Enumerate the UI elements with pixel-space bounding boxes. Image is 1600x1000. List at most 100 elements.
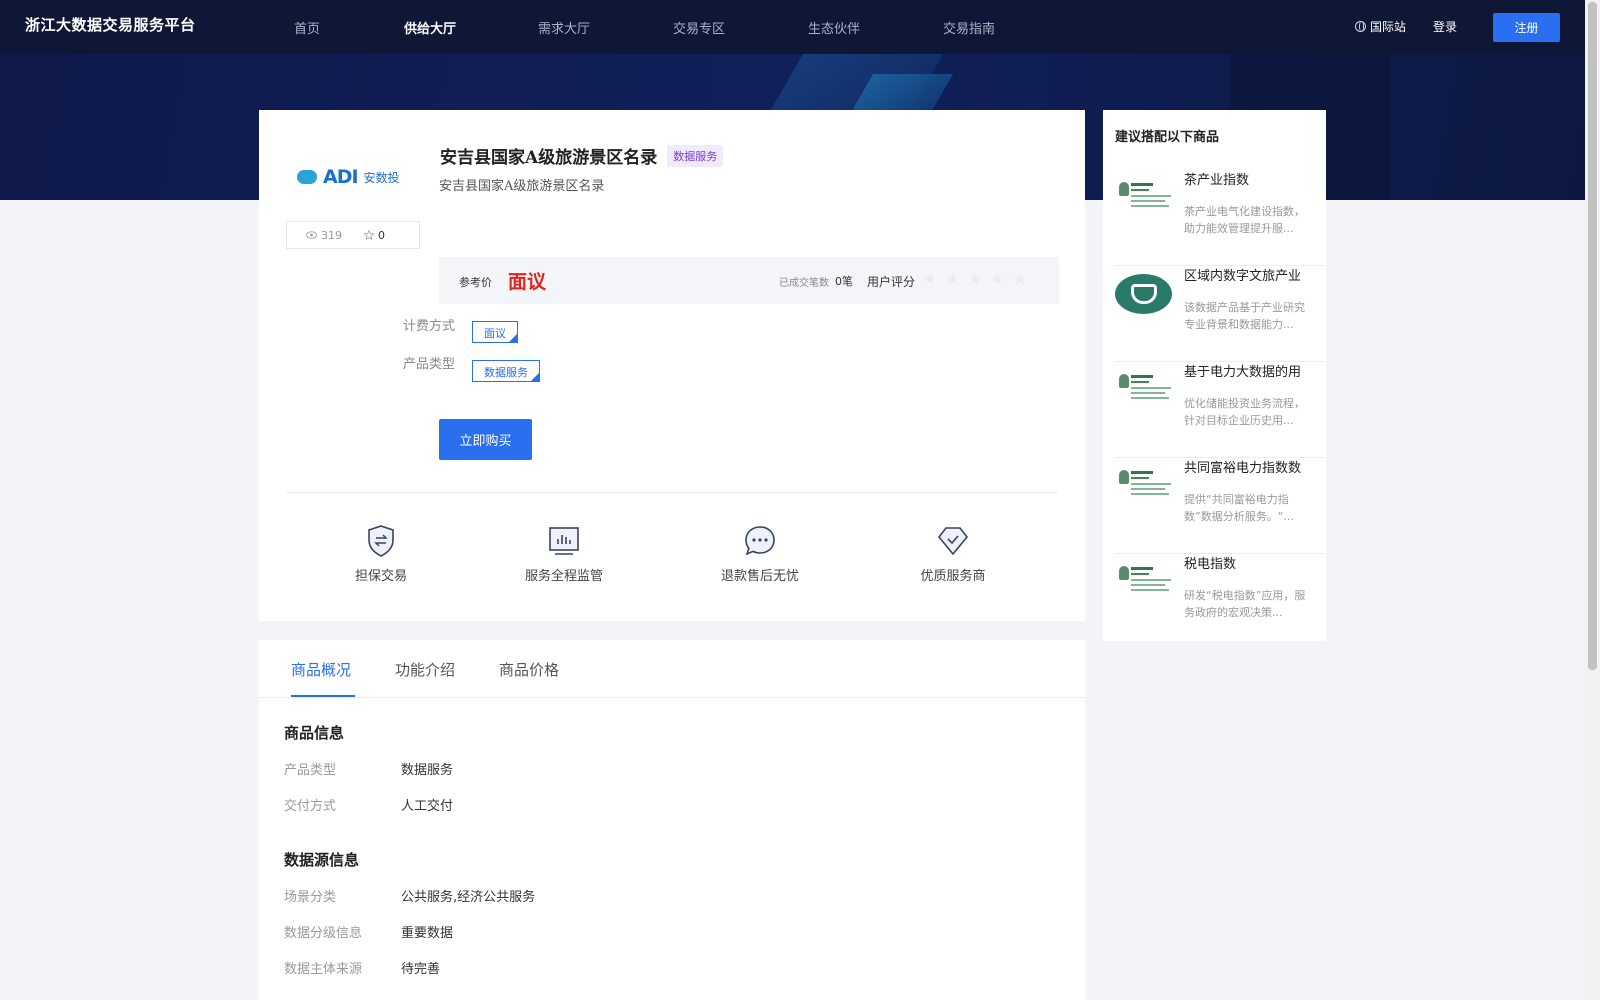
goods-info-label: 产品类型 [284,763,337,778]
recommend-item-desc: 茶产业电气化建设指数，助力能效管理提升服... [1184,205,1305,235]
source-info-label: 数据分级信息 [284,926,363,941]
price-value: 面议 [508,271,547,293]
product-title-row: 安吉县国家A级旅游景区名录 数据服务 [440,143,724,168]
register-button[interactable]: 注册 [1493,13,1560,42]
culture-tourism-thumbnail [1115,274,1175,318]
main-nav: 首页 供给大厅 需求大厅 交易专区 生态伙伴 交易指南 [0,0,1585,54]
product-type-label: 产品类型 [403,357,456,372]
billing-option-negotiable[interactable]: 面议 [472,321,518,343]
star-icon: ★ [945,269,960,288]
recommend-item[interactable]: 基于电力大数据的用 优化储能投资业务流程，针对目标企业历史用... [1115,362,1326,458]
rating-stars: ★ ★ ★ ★ ★ [923,269,1027,288]
star-outline-icon [364,230,374,240]
recommend-item-name: 共同富裕电力指数数 [1184,461,1302,476]
nav-home[interactable]: 首页 [294,18,320,37]
nav-trade-zone[interactable]: 交易专区 [673,18,725,37]
recommend-item-desc: 提供“共同富裕电力指数”数据分析服务。“... [1184,493,1294,523]
rating-label: 用户评分 [867,275,916,289]
assurance-full-supervision: 服务全程监管 [504,523,624,584]
tab-pricing[interactable]: 商品价格 [499,659,559,680]
state-grid-thumbnail [1115,562,1175,606]
recommend-item-name: 区域内数字文旅产业 [1184,269,1302,284]
goods-info-value: 人工交付 [401,799,454,814]
assurance-label: 担保交易 [354,569,407,584]
buy-now-button[interactable]: 立即购买 [439,419,532,460]
tab-overview[interactable]: 商品概况 [291,659,351,680]
star-icon: ★ [923,269,938,288]
recommend-item-name: 税电指数 [1184,557,1237,572]
nav-demand-hall[interactable]: 需求大厅 [538,18,590,37]
divider [286,492,1058,493]
globe-icon [1355,21,1366,32]
scrollbar-thumb[interactable] [1588,2,1597,670]
recommend-item-desc: 研发“税电指数”应用，服务政府的宏观决策... [1184,589,1306,619]
nav-supply-hall[interactable]: 供给大厅 [404,18,456,37]
eye-icon [306,231,317,239]
product-title: 安吉县国家A级旅游景区名录 [440,148,658,168]
assurance-label: 优质服务商 [920,569,986,584]
state-grid-thumbnail [1115,466,1175,510]
product-stats: 319 0 [286,221,420,249]
state-grid-thumbnail [1115,178,1175,222]
assurance-guaranteed-trade: 担保交易 [321,523,441,584]
product-logo: ADI 安数投 [297,162,407,192]
product-detail-panel: 商品概况 功能介绍 商品价格 商品信息 产品类型 数据服务 交付方式 人工交付 … [259,640,1085,1000]
product-type-option[interactable]: 数据服务 [472,360,540,382]
shield-exchange-icon [368,525,394,557]
source-info-label: 场景分类 [284,890,337,905]
recommendation-panel: 建议搭配以下商品 茶产业指数 茶产业电气化建设指数，助力能效管理提升服... 区… [1103,110,1326,641]
billing-method-label: 计费方式 [403,319,456,334]
star-icon: ★ [990,269,1005,288]
login-link[interactable]: 登录 [1433,18,1457,35]
product-category-badge: 数据服务 [667,144,724,167]
assurance-label: 服务全程监管 [524,569,603,584]
recommend-item-desc: 该数据产品基于产业研究专业背景和数据能力... [1184,301,1305,331]
assurance-refund: 退款售后无忧 [700,523,820,584]
recommendation-title: 建议搭配以下商品 [1115,130,1220,145]
monitor-chart-icon [549,527,579,555]
source-info-value: 公共服务,经济公共服务 [401,890,536,905]
goods-info-value: 数据服务 [401,763,454,778]
chat-bubble-icon [745,526,775,556]
recommend-item[interactable]: 税电指数 研发“税电指数”应用，服务政府的宏观决策... [1115,554,1326,650]
view-count: 319 [306,229,342,242]
state-grid-thumbnail [1115,370,1175,414]
tab-divider [259,697,1085,698]
recommend-item[interactable]: 共同富裕电力指数数 提供“共同富裕电力指数”数据分析服务。“... [1115,458,1326,554]
favorite-count-value: 0 [378,228,385,242]
tab-features[interactable]: 功能介绍 [395,659,455,680]
favorite-count[interactable]: 0 [364,229,385,242]
goods-info-title: 商品信息 [284,724,345,742]
price-label: 参考价 [459,276,492,289]
assurance-label: 退款售后无忧 [720,569,799,584]
recommend-item[interactable]: 区域内数字文旅产业 该数据产品基于产业研究专业背景和数据能力... [1115,266,1326,362]
price-bar: 参考价 面议 已成交笔数 0笔 用户评分 ★ ★ ★ ★ ★ [439,257,1059,304]
logo-mark: ADI [323,166,359,188]
product-subtitle: 安吉县国家A级旅游景区名录 [439,179,605,194]
assurance-quality-provider: 优质服务商 [893,523,1013,584]
cloud-icon [297,170,317,184]
international-site-label: 国际站 [1370,20,1407,34]
star-icon: ★ [1012,269,1027,288]
recommend-item-name: 茶产业指数 [1184,173,1250,188]
source-info-label: 数据主体来源 [284,962,363,977]
page-scrollbar[interactable] [1585,0,1600,1000]
source-info-value: 待完善 [401,962,441,977]
source-info-value: 重要数据 [401,926,454,941]
nav-trade-guide[interactable]: 交易指南 [943,18,995,37]
deal-count-value: 0笔 [835,275,853,288]
top-navigation-bar: 浙江大数据交易服务平台 首页 供给大厅 需求大厅 交易专区 生态伙伴 交易指南 … [0,0,1585,54]
nav-partners[interactable]: 生态伙伴 [808,18,860,37]
view-count-value: 319 [321,228,342,242]
source-info-title: 数据源信息 [284,851,360,869]
goods-info-label: 交付方式 [284,799,337,814]
recommend-item[interactable]: 茶产业指数 茶产业电气化建设指数，助力能效管理提升服... [1115,170,1326,266]
product-card: ADI 安数投 319 0 安吉县国家A级旅游景区名录 数据服务 安吉县国家A级… [259,110,1085,621]
international-site-link[interactable]: 国际站 [1355,18,1406,35]
star-icon: ★ [967,269,983,288]
recommend-item-desc: 优化储能投资业务流程，针对目标企业历史用... [1184,397,1305,427]
recommend-item-name: 基于电力大数据的用 [1184,365,1302,380]
logo-text: 安数投 [363,170,400,185]
diamond-check-icon [937,527,969,556]
deal-count-label: 已成交笔数 [779,278,829,289]
